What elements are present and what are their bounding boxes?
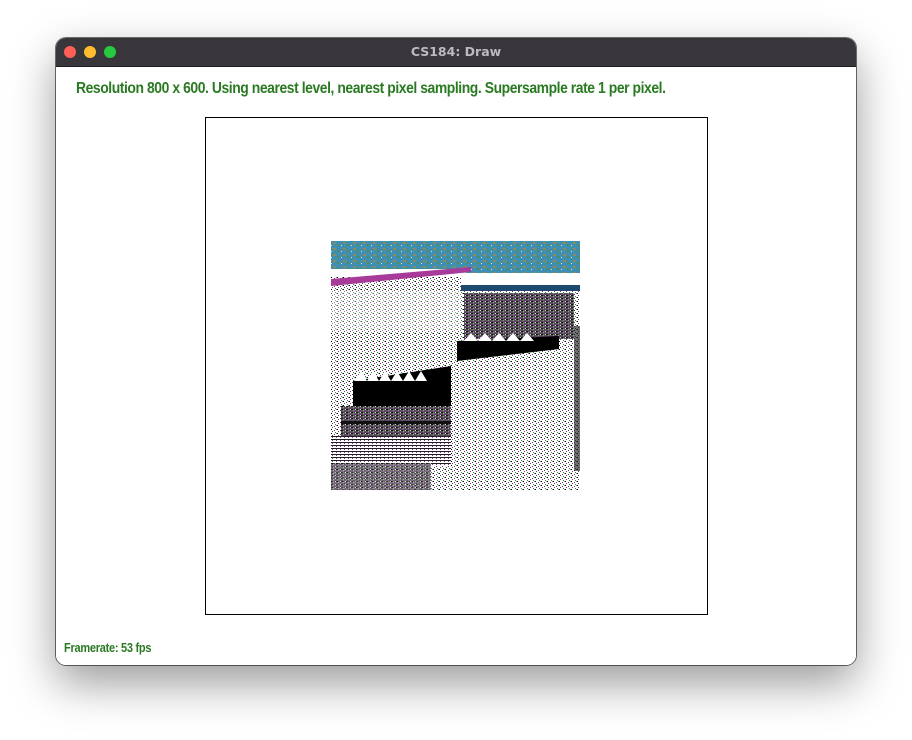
window-title: CS184: Draw	[410, 44, 502, 59]
window-titlebar[interactable]: CS184: Draw	[56, 38, 856, 67]
draw-viewport[interactable]: Resolution 800 x 600. Using nearest leve…	[56, 67, 856, 665]
framerate-text: Framerate: 53 fps	[64, 641, 152, 655]
rendered-texture-image	[331, 241, 580, 490]
status-text: Resolution 800 x 600. Using nearest leve…	[76, 80, 666, 97]
app-window: CS184: Draw Resolution 800 x 600. Using …	[56, 38, 856, 665]
svg-canvas-frame[interactable]	[205, 117, 708, 615]
desktop: CS184: Draw Resolution 800 x 600. Using …	[0, 0, 912, 740]
